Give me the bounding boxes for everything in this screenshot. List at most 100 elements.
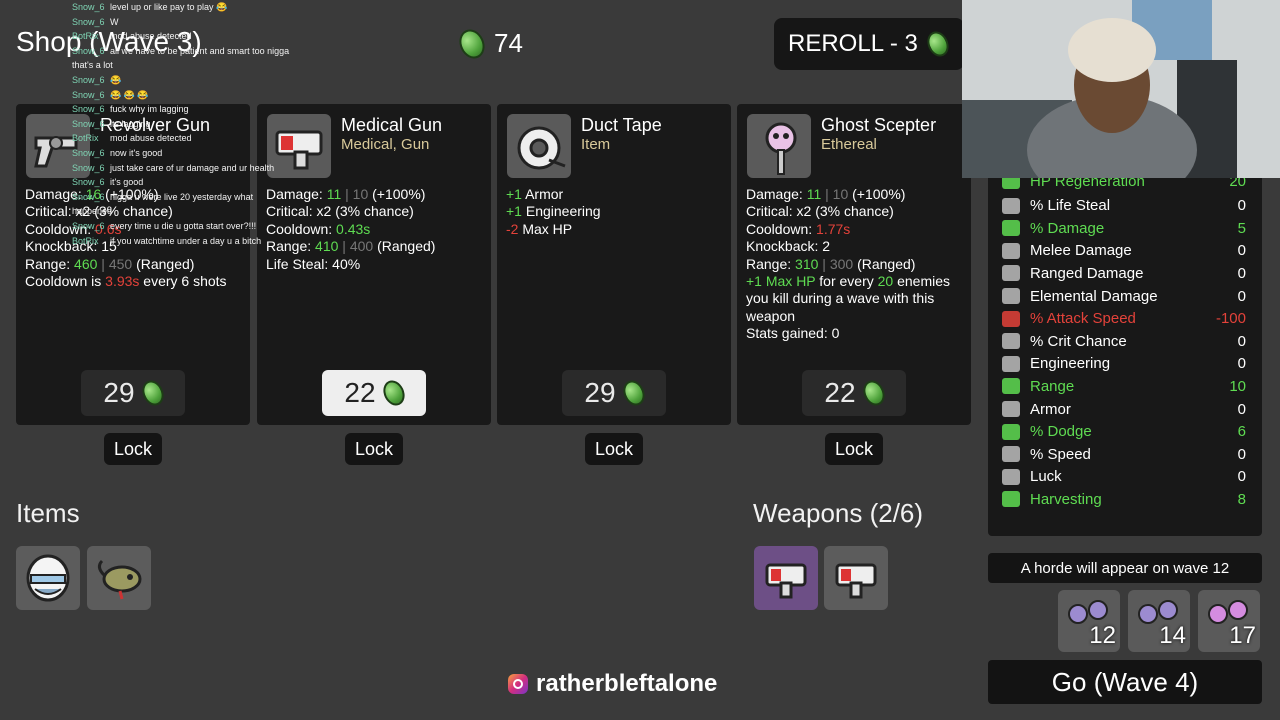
chat-message: Snow_6 it's good — [72, 175, 292, 190]
lock-button[interactable]: Lock — [345, 433, 403, 465]
card-type: Ethereal — [821, 136, 877, 153]
engineering-icon — [1002, 355, 1020, 372]
item-slot-egghead[interactable] — [16, 546, 80, 610]
stat-value: 460 — [74, 255, 98, 272]
shop-card[interactable]: Duct Tape Item +1 Armor +1 Engineering -2 … — [497, 104, 731, 425]
stat-label: % Dodge — [1030, 423, 1092, 441]
buy-button[interactable]: 29 — [562, 370, 666, 416]
chat-text: it's good — [110, 177, 144, 188]
chat-username: Snow_6 — [72, 147, 105, 158]
stat-label: % Attack Speed — [1030, 310, 1136, 328]
stat-line: Range: 410 | 400 (Ranged) — [266, 238, 488, 255]
weapon-slot-medical-gun-2[interactable] — [824, 546, 888, 610]
chat-message: Snow_6 😂 😂 😂 — [72, 88, 292, 103]
stat-scaling: (Ranged) — [857, 255, 916, 272]
stat-label: Armor — [1030, 400, 1071, 418]
stat-value: +1 Max HP — [746, 273, 816, 290]
chat-text: level up or like pay to play 😂 — [110, 2, 228, 12]
stat-line: Critical: x2 (3% chance) — [746, 203, 968, 220]
luck-icon — [1002, 468, 1020, 485]
stat-value: 0 — [1237, 332, 1246, 350]
stat-row: Armor 0 — [1002, 398, 1246, 420]
stat-row: Ranged Damage 0 — [1002, 262, 1246, 284]
chat-username: Snow_6 — [72, 74, 105, 85]
chat-text: now it's good — [110, 147, 163, 158]
ghost-scepter-icon — [765, 122, 797, 175]
stat-text: Life Steal: 40% — [266, 255, 361, 272]
chat-text: just take care of ur damage and ur healt… — [110, 162, 275, 173]
stat-label: Cooldown: — [746, 220, 817, 237]
medical-gun-icon — [835, 563, 877, 599]
damage-icon — [1002, 220, 1020, 237]
stat-line: Range: 310 | 300 (Ranged) — [746, 256, 968, 273]
enemy-preview: 17 — [1198, 590, 1260, 652]
creature-icon — [97, 559, 142, 600]
chat-text: mod abuse detected — [110, 133, 192, 144]
stat-row: % Attack Speed -100 — [1002, 308, 1246, 330]
stat-row: % Damage 5 — [1002, 217, 1246, 239]
lock-button[interactable]: Lock — [585, 433, 643, 465]
material-coin-icon — [138, 376, 168, 410]
stat-value: 0 — [1237, 400, 1246, 418]
enemy-preview: 14 — [1128, 590, 1190, 652]
stat-value: 0 — [1237, 287, 1246, 305]
stat-separator: | — [345, 186, 349, 202]
stat-line: Cooldown is 3.93s every 6 shots — [25, 273, 247, 290]
go-button[interactable]: Go (Wave 4) — [988, 660, 1262, 704]
item-slot-creature[interactable] — [87, 546, 151, 610]
instagram-icon — [508, 674, 528, 694]
chat-username: Snow_6 — [72, 104, 105, 115]
stat-scaling: (Ranged) — [136, 255, 195, 272]
card-type: Medical, Gun — [341, 136, 430, 153]
shop-card[interactable]: Medical Gun Medical, Gun Damage: 11 | 10… — [257, 104, 491, 425]
stat-label: % Speed — [1030, 445, 1091, 463]
stat-value: +1 — [506, 186, 522, 202]
chat-username: BotRix — [72, 235, 99, 246]
chat-username: Snow_6 — [72, 191, 105, 202]
reroll-label: REROLL - 3 — [788, 30, 918, 57]
melee-icon — [1002, 242, 1020, 259]
range-icon — [1002, 378, 1020, 395]
lock-button[interactable]: Lock — [825, 433, 883, 465]
stat-text: Critical: x2 (3% chance) — [746, 203, 894, 220]
enemy-count: 12 — [1089, 622, 1116, 649]
stat-separator: | — [825, 186, 829, 202]
stat-scaling: (+100%) — [852, 186, 906, 202]
duct-tape-icon — [517, 126, 566, 170]
buy-button[interactable]: 22 — [802, 370, 906, 416]
stat-value: 20 — [877, 273, 894, 290]
stat-value: 0 — [1237, 197, 1246, 215]
item-icon-frame — [747, 114, 811, 178]
stat-row: % Dodge 6 — [1002, 421, 1246, 443]
chat-username: Snow_6 — [72, 16, 105, 27]
reroll-button[interactable]: REROLL - 3 — [774, 18, 964, 70]
stat-value: 0 — [1237, 355, 1246, 373]
buy-button[interactable]: 29 — [81, 370, 185, 416]
stat-line: Knockback: 2 — [746, 238, 968, 255]
stat-value: -100 — [1215, 310, 1246, 328]
weapon-slot-medical-gun-1[interactable] — [754, 546, 818, 610]
stat-label: Engineering — [521, 203, 601, 220]
shop-card[interactable]: Ghost Scepter Ethereal Damage: 11 | 10 (… — [737, 104, 971, 425]
material-coin-icon — [619, 376, 649, 410]
card-name: Duct Tape — [581, 115, 662, 135]
stat-value: 0.43s — [336, 220, 371, 237]
harvesting-icon — [1002, 491, 1020, 508]
chat-message: Snow_6 just take care of ur damage and ur… — [72, 161, 292, 176]
stat-value: 0 — [1237, 242, 1246, 260]
stat-value: 0 — [1237, 264, 1246, 282]
armor-icon — [1002, 401, 1020, 417]
buy-button[interactable]: 22 — [322, 370, 426, 416]
stat-line: Damage: 11 | 10 (+100%) — [746, 186, 968, 203]
chat-text: if you watchtime under a day u a bitch — [110, 235, 262, 246]
chat-text: 😂 😂 😂 — [110, 89, 149, 100]
chat-message: Snow_6 now it's good — [72, 146, 292, 161]
chat-message: Snow_6 nigga u were live 20 yesterday wha… — [72, 190, 292, 219]
material-coin-icon — [923, 27, 953, 61]
chat-message: Snow_6 level up or like pay to play 😂 — [72, 0, 292, 15]
stat-text: Stats gained: 0 — [746, 325, 840, 342]
stat-value: -2 — [506, 220, 519, 237]
ranged-icon — [1002, 265, 1020, 282]
lock-button[interactable]: Lock — [104, 433, 162, 465]
stat-row: Elemental Damage 0 — [1002, 285, 1246, 307]
